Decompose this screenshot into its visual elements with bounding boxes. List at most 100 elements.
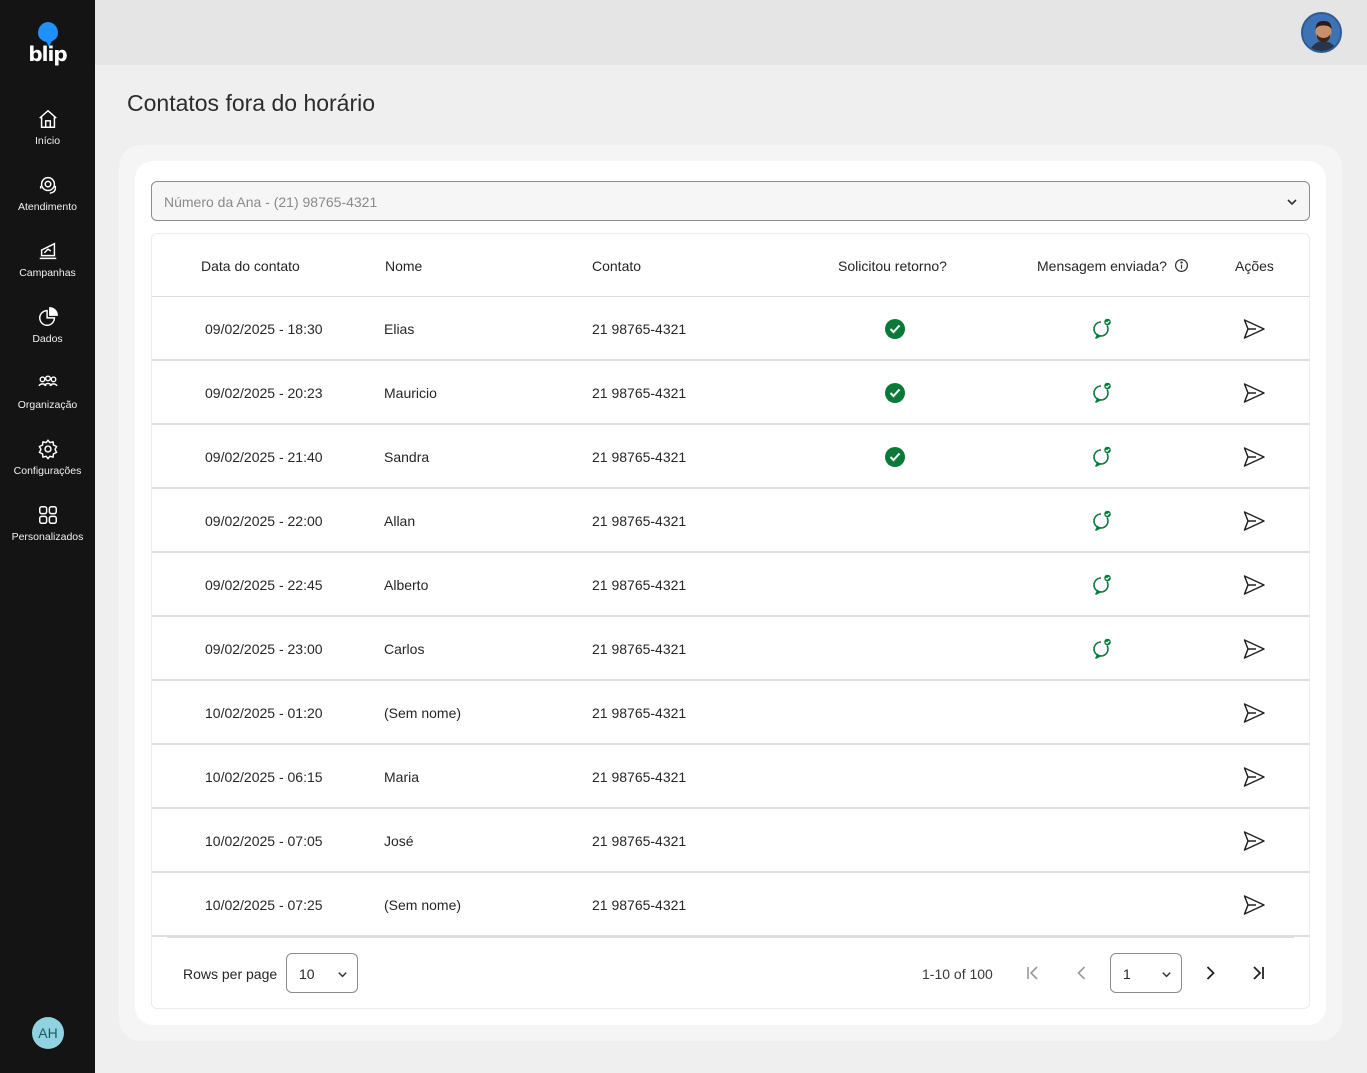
send-message-button[interactable]: [1242, 702, 1266, 729]
home-icon: [38, 109, 57, 128]
table-row: 09/02/2025 - 21:40 Sandra 21 98765-4321: [152, 425, 1309, 489]
contact-number: 21 98765-4321: [592, 897, 687, 913]
table-row: 10/02/2025 - 01:20 (Sem nome) 21 98765-432…: [152, 681, 1309, 745]
headset-icon: [39, 176, 56, 194]
user-photo-icon: [1303, 14, 1340, 51]
blip-logo-icon: [37, 22, 58, 47]
table-row: 09/02/2025 - 23:00 Carlos 21 98765-4321: [152, 617, 1309, 681]
send-message-button[interactable]: [1242, 446, 1266, 473]
user-avatar[interactable]: [1301, 12, 1342, 53]
contact-date: 09/02/2025 - 22:00: [205, 513, 323, 529]
grid-icon: [38, 506, 57, 524]
column-header-requested-return: Solicitou retorno?: [838, 258, 947, 274]
check-circle-icon: [885, 447, 905, 467]
info-icon[interactable]: [1174, 258, 1189, 278]
send-icon: [1242, 831, 1266, 856]
chevron-left-icon: [1077, 966, 1086, 980]
contact-number: 21 98765-4321: [592, 769, 687, 785]
contact-name: Allan: [384, 513, 416, 529]
sidebar-item-atendimento[interactable]: Atendimento: [0, 174, 95, 230]
contact-number: 21 98765-4321: [592, 833, 687, 849]
users-icon: [37, 375, 58, 387]
column-header-date: Data do contato: [201, 258, 300, 274]
chevron-right-icon: [1206, 966, 1215, 980]
send-message-button[interactable]: [1242, 830, 1266, 857]
contact-number: 21 98765-4321: [592, 321, 687, 337]
contact-name: Carlos: [384, 641, 425, 657]
top-bar: [95, 0, 1367, 65]
sidebar-item-dados[interactable]: Dados: [0, 306, 95, 362]
sidebar-item-organizacao[interactable]: Organização: [0, 372, 95, 428]
contact-name: Elias: [384, 321, 415, 337]
sidebar-item-configuracoes[interactable]: Configurações: [0, 438, 95, 494]
contact-number: 21 98765-4321: [592, 385, 687, 401]
table-row: 09/02/2025 - 20:23 Mauricio 21 98765-4321: [152, 361, 1309, 425]
send-message-button[interactable]: [1242, 766, 1266, 793]
table-row: 09/02/2025 - 22:45 Alberto 21 98765-4321: [152, 553, 1309, 617]
send-message-button[interactable]: [1242, 382, 1266, 409]
contact-name: Mauricio: [384, 385, 437, 401]
contact-date: 09/02/2025 - 21:40: [205, 449, 323, 465]
contacts-table: Data do contato Nome Contato Solicitou r…: [151, 233, 1310, 1009]
footer-divider: [167, 937, 1294, 938]
send-icon: [1242, 383, 1266, 408]
table-row: 10/02/2025 - 07:05 José 21 98765-4321: [152, 809, 1309, 873]
last-page-button[interactable]: [1248, 963, 1268, 983]
contact-date: 10/02/2025 - 06:15: [205, 769, 323, 785]
column-header-message-sent: Mensagem enviada?: [1037, 258, 1167, 274]
sidebar-item-label: Personalizados: [11, 531, 84, 543]
contact-date: 10/02/2025 - 01:20: [205, 705, 323, 721]
contact-date: 10/02/2025 - 07:25: [205, 897, 323, 913]
first-page-button[interactable]: [1023, 963, 1043, 983]
message-sent-icon: [1090, 637, 1114, 666]
send-message-button[interactable]: [1242, 894, 1266, 921]
send-message-button[interactable]: [1242, 318, 1266, 345]
last-page-icon: [1253, 966, 1264, 980]
column-header-contact: Contato: [592, 258, 642, 274]
send-icon: [1242, 511, 1266, 536]
rows-per-page-label: Rows per page: [183, 966, 278, 982]
column-header-name: Nome: [385, 258, 423, 274]
send-icon: [1242, 447, 1266, 472]
pagination-range: 1-10 of 100: [922, 966, 993, 982]
sidebar-item-label: Organização: [17, 399, 78, 411]
contact-name: (Sem nome): [384, 897, 462, 913]
page-title: Contatos fora do horário: [127, 90, 376, 116]
table-row: 09/02/2025 - 22:00 Allan 21 98765-4321: [152, 489, 1309, 553]
chevron-down-icon: [338, 972, 347, 978]
contact-number: 21 98765-4321: [592, 513, 687, 529]
sidebar-item-inicio[interactable]: Início: [0, 108, 95, 164]
previous-page-button[interactable]: [1072, 963, 1092, 983]
check-circle-icon: [885, 383, 905, 403]
send-icon: [1242, 895, 1266, 920]
contact-name: Maria: [384, 769, 420, 785]
contact-date: 09/02/2025 - 20:23: [205, 385, 323, 401]
send-message-button[interactable]: [1242, 510, 1266, 537]
chevron-down-icon: [1287, 199, 1297, 206]
gear-icon: [37, 439, 58, 460]
send-icon: [1242, 319, 1266, 344]
pie-chart-icon: [38, 307, 58, 326]
contact-date: 09/02/2025 - 23:00: [205, 641, 323, 657]
user-initials-avatar[interactable]: AH: [32, 1017, 64, 1049]
send-message-button[interactable]: [1242, 574, 1266, 601]
phone-number-select[interactable]: Número da Ana - (21) 98765-4321: [151, 181, 1310, 221]
phone-number-select-value: Número da Ana - (21) 98765-4321: [164, 194, 378, 210]
blip-logo[interactable]: blip: [0, 22, 95, 65]
message-sent-icon: [1090, 509, 1114, 538]
page-number-select[interactable]: 1: [1110, 953, 1182, 993]
sidebar-item-campanhas[interactable]: Campanhas: [0, 240, 95, 296]
contact-name: José: [384, 833, 414, 849]
contact-date: 10/02/2025 - 07:05: [205, 833, 323, 849]
check-circle-icon: [885, 319, 905, 339]
page-number-value: 1: [1123, 966, 1131, 982]
chevron-down-icon: [1162, 972, 1171, 978]
contact-date: 09/02/2025 - 22:45: [205, 577, 323, 593]
column-header-actions: Ações: [1235, 258, 1274, 274]
rows-per-page-select[interactable]: 10: [286, 953, 358, 993]
next-page-button[interactable]: [1200, 963, 1220, 983]
table-header: Data do contato Nome Contato Solicitou r…: [152, 234, 1309, 297]
sidebar-item-label: Campanhas: [19, 267, 76, 279]
sidebar-item-personalizados[interactable]: Personalizados: [0, 504, 95, 560]
send-message-button[interactable]: [1242, 638, 1266, 665]
